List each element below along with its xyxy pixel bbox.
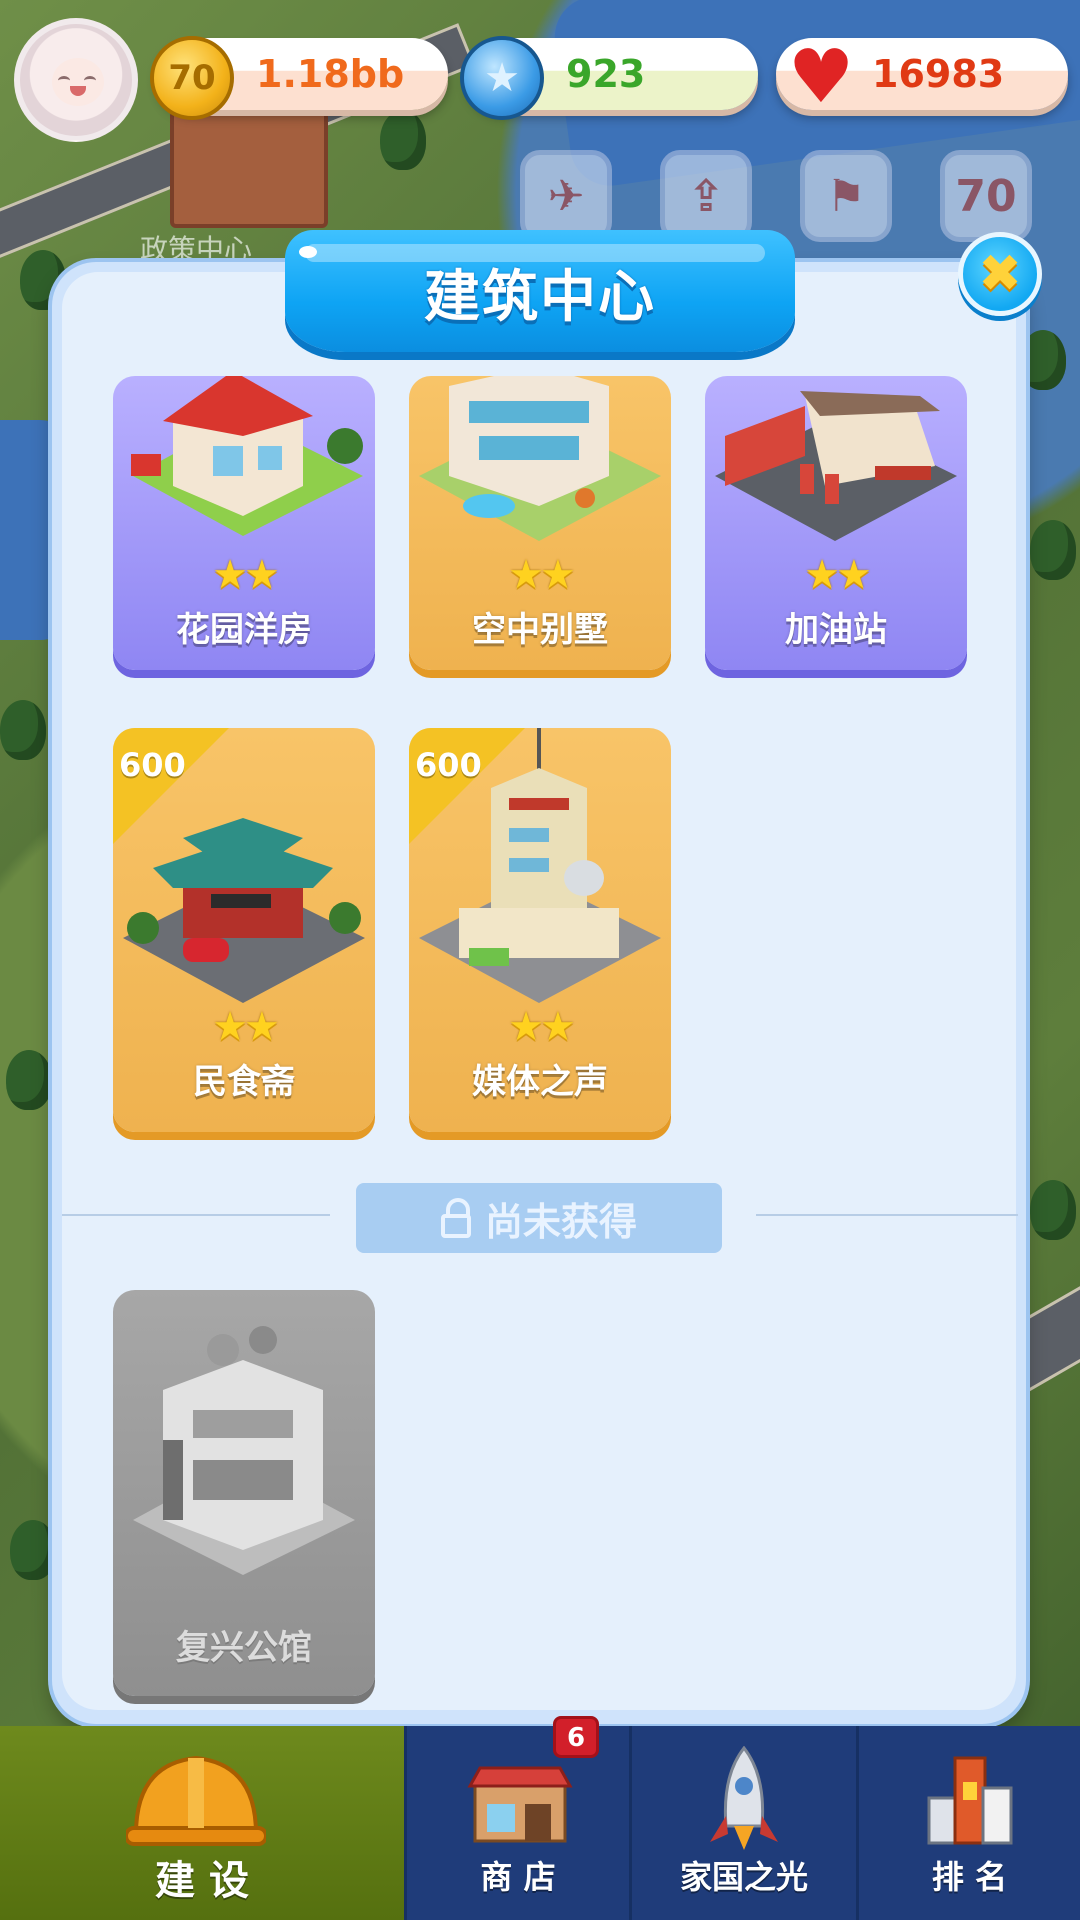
building-name: 复兴公馆 [176,1628,312,1668]
coin-counter[interactable]: 70 1.18bb [150,36,448,120]
divider-right [756,1214,1018,1216]
mansion-image [133,1326,355,1575]
star-rating: ★★ [212,552,280,598]
heart-counter[interactable]: ♥ 16983 [776,38,1068,114]
nav-ranking[interactable]: 排 名 [859,1726,1080,1920]
nav-build-label: 建 设 [155,1858,249,1904]
modal-title: 建筑中心 [424,265,656,330]
star-rating: ★★ [804,552,872,598]
tv-station-image [419,728,661,1003]
shop-notification-badge: 6 [553,1716,599,1758]
ranking-tower-icon [927,1756,1013,1845]
modal-title-banner: 建筑中心 [285,230,795,352]
nav-ranking-label: 排 名 [931,1858,1008,1896]
player-avatar[interactable] [14,18,138,142]
building-card-media-voice[interactable]: 600 ★★ 媒体之声 [409,728,671,1132]
star-rating: ★★ [508,552,576,598]
garden-villa-image [131,376,363,536]
bottom-nav: 建 设 商 店 家国之光 排 名 [0,1726,1080,1920]
nav-national-glory-label: 家国之光 [679,1858,808,1896]
gas-station-image [715,391,957,541]
building-name: 民食斋 [193,1062,295,1102]
flag-icon: ⚑ [800,150,892,242]
nav-shop-label: 商 店 [480,1858,556,1896]
building-name: 空中别墅 [472,610,608,650]
hard-hat-icon [126,1755,266,1846]
heart-value: 16983 [872,52,1005,96]
rocket-icon [710,1746,778,1850]
close-button[interactable]: ✖ [958,232,1042,316]
building-name: 加油站 [785,610,887,650]
coin-value: 1.18bb [256,52,405,96]
shop-icon [467,1766,573,1843]
handshake-icon: ⇪ [660,150,752,242]
building-name: 媒体之声 [472,1062,608,1102]
close-icon: ✖ [978,244,1022,304]
gem-counter[interactable]: ★ 923 [460,36,758,120]
building-card-gas-station[interactable]: ★★ 加油站 [705,376,967,670]
building-card-minshizhai[interactable]: 600 ★★ 民食斋 [113,728,375,1132]
building-name: 花园洋房 [176,610,312,650]
coin-icon: 70 [150,36,234,120]
plane-icon: ✈ [520,150,612,242]
heart-icon: ♥ [787,34,855,120]
star-gem-icon: ★ [460,36,544,120]
gem-value: 923 [566,52,646,96]
nav-national-glory[interactable]: 家国之光 [632,1726,856,1920]
restaurant-image [123,818,365,1003]
building-card-fuxing-mansion-locked[interactable]: 复兴公馆 [113,1290,375,1696]
anniversary-70-icon: 70 [940,150,1032,242]
nav-build[interactable]: 建 设 [0,1726,404,1920]
locked-section-label: 尚未获得 [356,1183,722,1253]
sky-villa-image [419,376,661,541]
lock-icon [440,1198,471,1238]
building-card-garden-villa[interactable]: ★★ 花园洋房 [113,376,375,670]
divider-left [62,1214,330,1216]
star-rating: ★★ [508,1004,576,1050]
building-card-sky-villa[interactable]: ★★ 空中别墅 [409,376,671,670]
star-rating: ★★ [212,1004,280,1050]
